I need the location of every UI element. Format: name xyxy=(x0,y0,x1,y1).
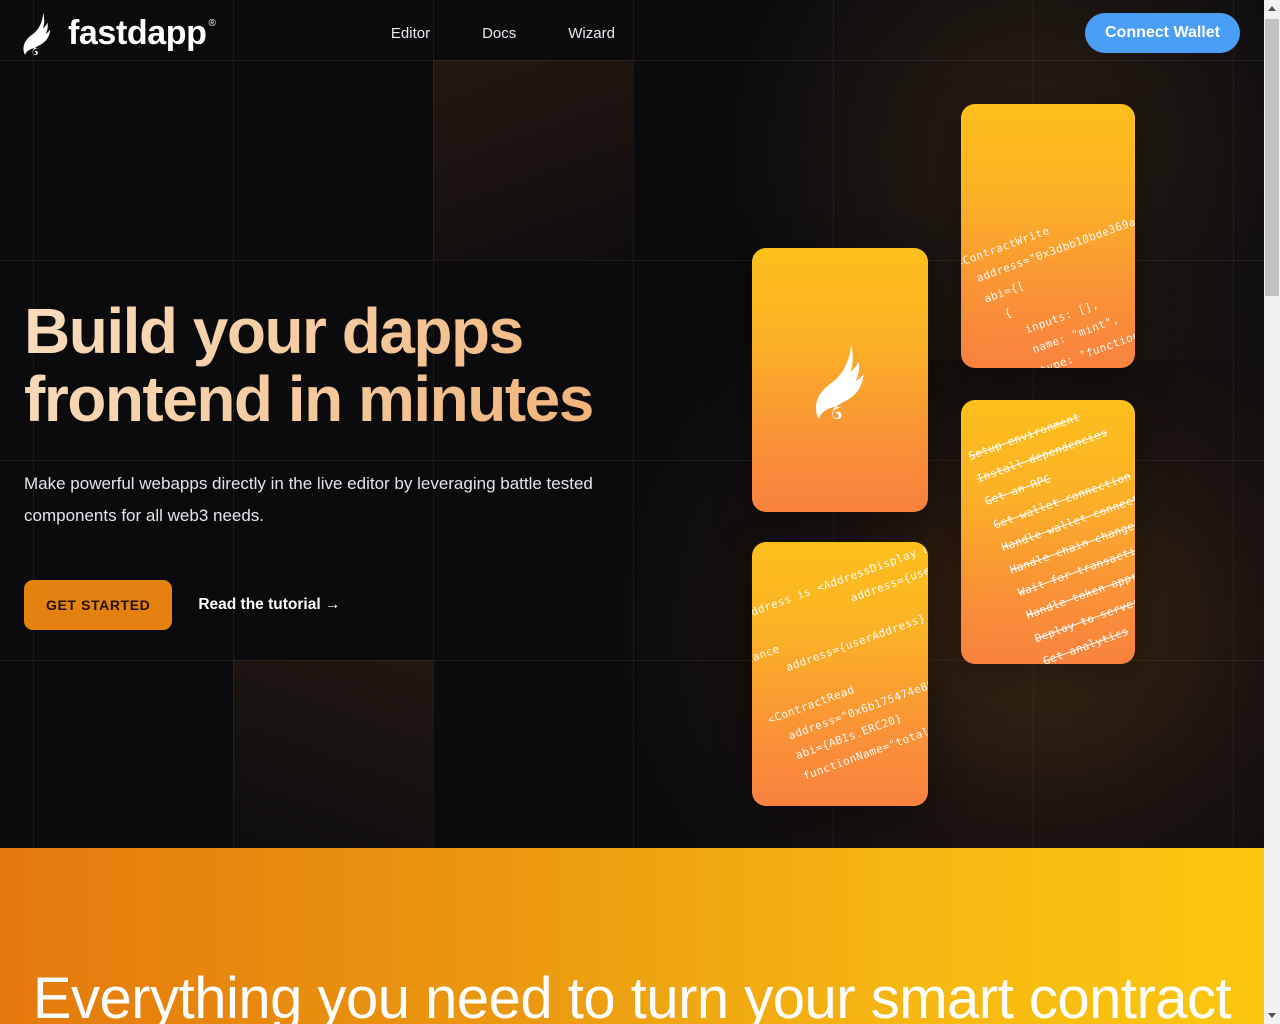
contract-read-code-card[interactable]: address is <AddressDisplay addr address=… xyxy=(752,542,928,806)
card-logo-wrap xyxy=(752,248,928,512)
hero-subtitle: Make powerful webapps directly in the li… xyxy=(24,473,593,525)
hero-cta-row: GET STARTED Read the tutorial → xyxy=(24,580,704,631)
contract-write-code-text: <ContractWrite address="0x3dbb10bde369a8… xyxy=(961,205,1135,368)
nav-link-wizard[interactable]: Wizard xyxy=(568,25,615,42)
contract-read-code-text: address is <AddressDisplay addr address=… xyxy=(752,542,928,783)
background-glow-cell-top xyxy=(433,60,633,260)
connect-wallet-button[interactable]: Connect Wallet xyxy=(1085,13,1240,53)
triangle-up-icon xyxy=(1268,6,1276,11)
logo-showcase-card[interactable] xyxy=(752,248,928,512)
page-root: fastdapp ® Editor Docs Wizard Connect Wa… xyxy=(0,0,1264,1024)
brand-logo[interactable]: fastdapp ® xyxy=(18,11,216,55)
hero-section: fastdapp ® Editor Docs Wizard Connect Wa… xyxy=(0,0,1264,848)
top-navigation-bar: fastdapp ® Editor Docs Wizard Connect Wa… xyxy=(0,0,1264,66)
nav-link-docs[interactable]: Docs xyxy=(482,25,516,42)
get-started-button[interactable]: GET STARTED xyxy=(24,580,173,631)
page-title: Build your dapps frontend in minutes xyxy=(24,297,704,434)
background-glow-cell-bottom xyxy=(233,660,433,848)
feather-flame-icon xyxy=(23,12,51,55)
checklist-card[interactable]: Setup environment Install dependencies Get… xyxy=(961,400,1135,664)
background-glow-right xyxy=(624,240,1264,848)
scroll-down-button[interactable] xyxy=(1264,1007,1280,1024)
read-tutorial-link[interactable]: Read the tutorial → xyxy=(198,596,340,614)
brand-trademark: ® xyxy=(208,18,216,29)
feather-flame-icon xyxy=(815,343,864,419)
checklist-text: Setup environment Install dependencies Get… xyxy=(965,400,1135,664)
nav-link-editor[interactable]: Editor xyxy=(391,25,430,42)
vertical-scrollbar[interactable] xyxy=(1264,0,1280,1024)
features-band-title: Everything you need to turn your smart c… xyxy=(32,966,1232,1024)
triangle-down-icon xyxy=(1268,1013,1276,1018)
scrollbar-thumb[interactable] xyxy=(1265,19,1279,296)
contract-write-code-card[interactable]: <ContractWrite address="0x3dbb10bde369a8… xyxy=(961,104,1135,368)
features-band: Everything you need to turn your smart c… xyxy=(0,848,1264,1024)
brand-name: fastdapp xyxy=(68,14,207,52)
nav-links: Editor Docs Wizard xyxy=(391,25,615,42)
hero-copy: Build your dapps frontend in minutes Mak… xyxy=(24,297,704,631)
scroll-up-button[interactable] xyxy=(1264,0,1280,17)
